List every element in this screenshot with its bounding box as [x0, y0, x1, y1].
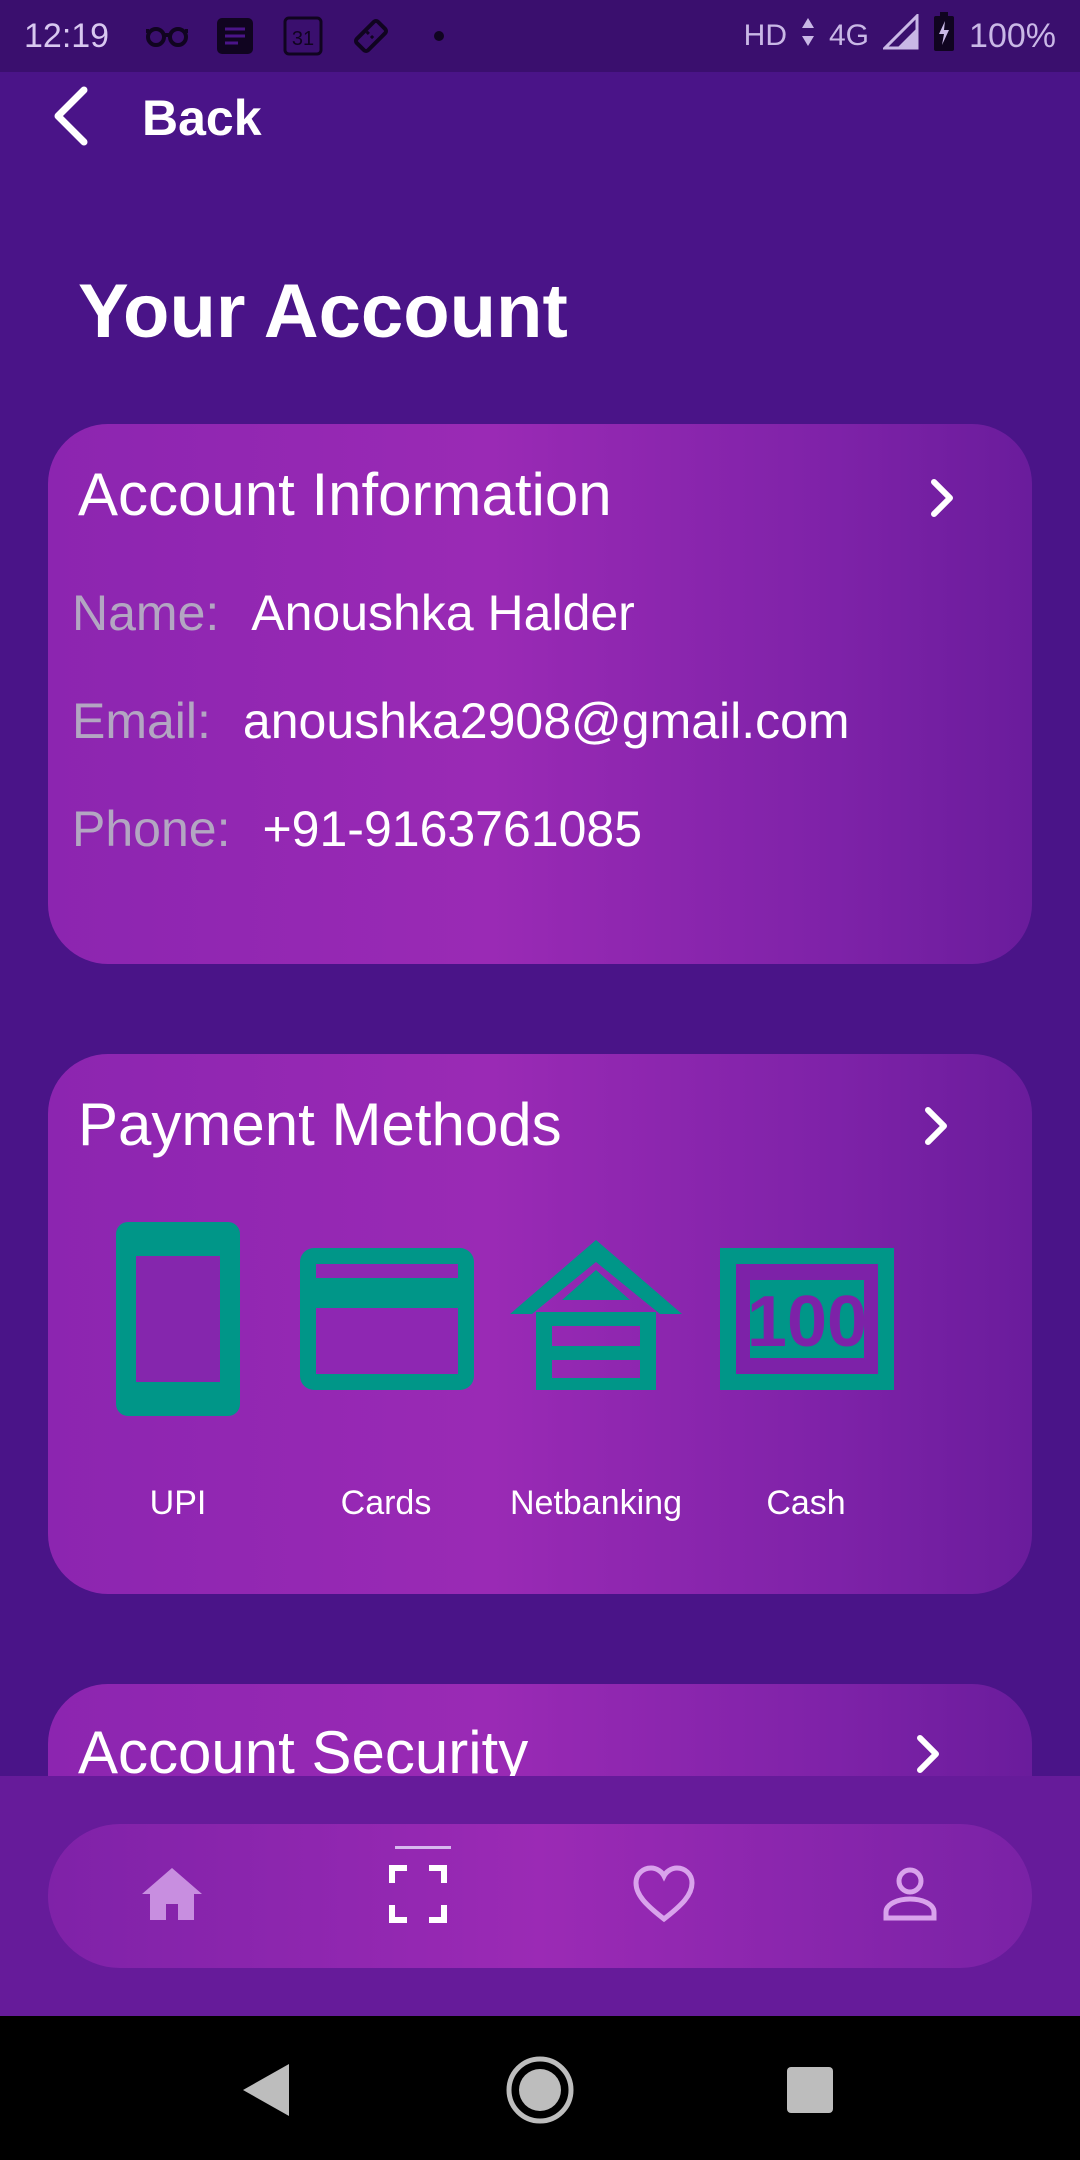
status-bar: 12:19 31 HD 4G 100%	[0, 0, 1080, 72]
nav-scan[interactable]	[348, 1824, 488, 1968]
glasses-icon	[145, 16, 189, 56]
status-right: HD 4G 100%	[743, 11, 1056, 61]
cards-label: Cards	[340, 1484, 432, 1522]
active-indicator	[395, 1846, 451, 1849]
payment-methods-card[interactable]: Payment Methods 100 UPI Cards Netbanking…	[48, 1054, 1032, 1594]
nav-profile[interactable]	[840, 1824, 980, 1968]
email-row: Email: anoushka2908@gmail.com	[72, 692, 850, 750]
chevron-right-icon[interactable]	[922, 476, 962, 520]
phone-row: Phone: +91-9163761085	[72, 800, 642, 858]
account-screen: 12:19 31 HD 4G 100% Back Your Account Ac…	[0, 0, 1080, 2160]
cash-icon[interactable]: 100	[720, 1248, 894, 1395]
ticket-icon	[349, 16, 393, 56]
status-time: 12:19	[24, 16, 110, 55]
battery-percent: 100%	[969, 16, 1056, 55]
triangle-back-icon	[241, 2062, 291, 2123]
bottom-navigation	[0, 1776, 1080, 2016]
upi-label: UPI	[149, 1484, 207, 1522]
circle-home-icon	[505, 2055, 575, 2130]
square-recents-icon	[786, 2066, 834, 2119]
cash-amount: 100	[747, 1282, 867, 1362]
back-button[interactable]: Back	[50, 82, 262, 154]
system-navigation-bar	[0, 2016, 1080, 2160]
name-value: Anoushka Halder	[251, 585, 635, 641]
cash-label: Cash	[766, 1484, 846, 1522]
arrows-icon	[801, 16, 815, 57]
notes-icon	[213, 16, 257, 56]
bank-icon[interactable]	[510, 1240, 682, 1395]
card-icon[interactable]	[300, 1248, 474, 1395]
phone-value: +91-9163761085	[262, 801, 643, 857]
back-label: Back	[142, 90, 262, 146]
signal-icon	[881, 11, 919, 59]
scan-icon	[389, 1864, 447, 1928]
phone-icon[interactable]	[116, 1222, 240, 1421]
netbanking-label: Netbanking	[509, 1484, 682, 1522]
profile-icon	[882, 1866, 938, 1927]
nav-home[interactable]	[102, 1824, 242, 1968]
page-title: Your Account	[78, 269, 568, 354]
email-value: anoushka2908@gmail.com	[242, 693, 850, 749]
nav-favorites[interactable]	[594, 1824, 734, 1968]
system-back-button[interactable]	[226, 2052, 306, 2132]
chevron-right-icon[interactable]	[916, 1104, 956, 1148]
payment-methods-title: Payment Methods	[78, 1091, 562, 1158]
bottom-nav-pill	[48, 1824, 1032, 1968]
dot-icon	[417, 16, 461, 56]
name-row: Name: Anoushka Halder	[72, 584, 635, 642]
network-hd-label: HD	[743, 19, 787, 52]
heart-icon	[632, 1864, 696, 1928]
chevron-right-icon[interactable]	[908, 1732, 948, 1776]
account-information-card[interactable]: Account Information Name: Anoushka Halde…	[48, 424, 1032, 964]
name-label: Name:	[72, 585, 220, 641]
system-home-button[interactable]	[500, 2052, 580, 2132]
calendar-icon: 31	[281, 16, 325, 56]
home-icon	[140, 1866, 204, 1927]
email-label: Email:	[72, 693, 211, 749]
calendar-day: 31	[292, 28, 314, 50]
system-recents-button[interactable]	[770, 2052, 850, 2132]
phone-label: Phone:	[72, 801, 231, 857]
back-arrow-icon	[50, 86, 90, 151]
battery-icon	[933, 11, 955, 61]
account-information-title: Account Information	[78, 461, 612, 528]
network-type-label: 4G	[829, 19, 870, 52]
